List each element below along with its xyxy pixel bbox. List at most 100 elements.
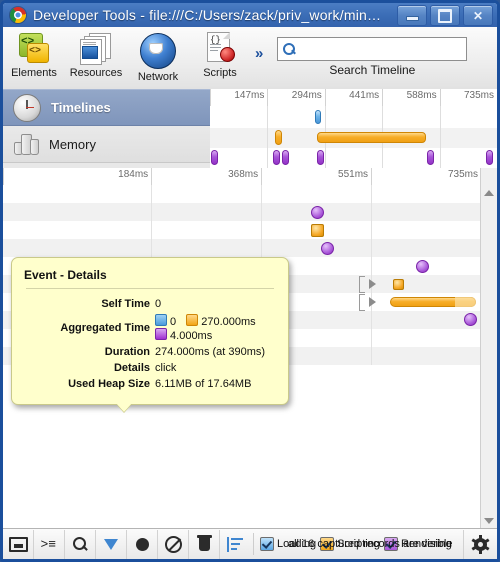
overview-event-rendering: [317, 150, 325, 165]
jars-icon: [13, 131, 39, 157]
sidebar-item-timelines[interactable]: Timelines: [3, 89, 210, 126]
close-button[interactable]: ✕: [463, 5, 493, 26]
filter-button[interactable]: [96, 529, 127, 559]
console-icon: >≡: [40, 536, 57, 552]
panel-button-resources[interactable]: Resources: [65, 27, 127, 79]
maximize-button[interactable]: [430, 5, 460, 26]
record-group-bracket: [359, 294, 366, 311]
sidebar-label-memory: Memory: [49, 136, 96, 152]
filter-checkboxes: Loading Scripting Rendering all 16 captu…: [260, 537, 452, 551]
popup-value-aggregated: 0 270.000ms 4.000ms: [155, 312, 276, 344]
panel-label-network: Network: [137, 71, 179, 83]
overview-tick: 441ms: [349, 90, 380, 101]
record-mark-rendering: [416, 260, 430, 273]
records-tick: 184ms: [118, 169, 149, 180]
dock-button[interactable]: [3, 529, 34, 559]
popup-divider: [26, 288, 274, 289]
scripts-icon: {}: [203, 31, 237, 65]
settings-button[interactable]: [463, 529, 497, 559]
table-row[interactable]: [3, 185, 481, 203]
records-tick: 368ms: [228, 169, 259, 180]
console-button[interactable]: >≡: [34, 529, 65, 559]
overview-tick: 588ms: [406, 90, 437, 101]
network-icon: [140, 33, 176, 69]
scripting-swatch-icon: [186, 314, 199, 326]
records-tick: 551ms: [338, 169, 369, 180]
loading-swatch-icon: [155, 314, 168, 326]
popup-row-aggregated-time: Aggregated Time 0 270.000ms 4.000ms: [24, 312, 276, 344]
popup-value: 274.000ms (at 390ms): [155, 346, 266, 358]
sidebar-item-memory[interactable]: Memory: [3, 126, 210, 163]
records-scrollbar[interactable]: [480, 168, 497, 529]
aggregated-scripting: 270.000ms: [186, 314, 256, 328]
glue-records-button[interactable]: [220, 530, 251, 559]
panel-label-scripts: Scripts: [203, 67, 237, 79]
close-icon: ✕: [472, 8, 484, 23]
window-controls: ✕: [397, 5, 493, 26]
records-tick: 735ms: [447, 169, 478, 180]
panel-label-elements: Elements: [11, 67, 57, 79]
records-ruler: 184ms 368ms 551ms 735ms: [3, 168, 481, 186]
popup-key: Duration: [104, 346, 151, 358]
panel-button-network[interactable]: Network: [127, 27, 189, 83]
popup-value: 6.11MB of 17.64MB: [155, 378, 252, 390]
filter-icon: [104, 538, 118, 550]
overview-event-rendering: [281, 150, 289, 165]
chrome-logo-icon: [10, 7, 26, 23]
expand-triangle-icon[interactable]: [368, 297, 376, 307]
record-mark-rendering: [464, 313, 477, 326]
scroll-up-arrow-icon[interactable]: [481, 185, 497, 201]
toolbar-overflow-button[interactable]: »: [255, 45, 263, 62]
panel-label-resources: Resources: [69, 67, 123, 79]
popup-value: 0: [155, 298, 162, 310]
search-icon: [282, 42, 296, 56]
trash-icon: [196, 534, 212, 551]
title-bar: Developer Tools - file:///C:/Users/zack/…: [3, 3, 497, 28]
record-mark-rendering: [320, 242, 334, 255]
scroll-down-arrow-icon[interactable]: [481, 513, 497, 529]
panel-button-scripts[interactable]: {} Scripts: [189, 27, 251, 79]
popup-row-details: Details click: [24, 360, 276, 376]
search-box[interactable]: [277, 37, 468, 61]
event-details-popup: Event - Details Self Time 0 Aggregated T…: [11, 257, 289, 412]
overview-tick: 735ms: [463, 90, 494, 101]
record-mark-scripting: [392, 279, 404, 290]
search-input[interactable]: [296, 38, 467, 60]
dock-icon: [8, 536, 28, 552]
popup-key: Details: [113, 362, 151, 374]
window-title: Developer Tools - file:///C:/Users/zack/…: [33, 7, 382, 23]
popup-row-heap: Used Heap Size 6.11MB of 17.64MB: [24, 376, 276, 392]
clear-button[interactable]: [158, 529, 189, 559]
popup-fields: Self Time 0 Aggregated Time 0 270.000ms …: [24, 296, 276, 392]
popup-key: Used Heap Size: [68, 378, 151, 390]
timeline-overview[interactable]: 147ms 294ms 441ms 588ms 735ms: [210, 89, 497, 169]
table-row[interactable]: [3, 239, 481, 257]
overview-ruler: 147ms 294ms 441ms 588ms 735ms: [210, 89, 497, 107]
expand-triangle-icon[interactable]: [368, 279, 376, 289]
table-row[interactable]: [3, 221, 481, 239]
resources-icon: [79, 31, 113, 65]
record-button[interactable]: [127, 529, 158, 559]
search-button[interactable]: [65, 529, 96, 559]
clock-icon: [13, 93, 41, 122]
popup-key: Self Time: [101, 298, 151, 310]
popup-value: click: [155, 362, 177, 374]
minimize-button[interactable]: [397, 5, 427, 26]
table-row[interactable]: [3, 203, 481, 221]
record-group-bracket: [359, 276, 366, 293]
record-mark-scripting: [311, 224, 325, 237]
no-entry-icon: [164, 535, 182, 553]
panel-button-elements[interactable]: <> <> Elements: [3, 27, 65, 79]
minimize-icon: [405, 16, 419, 21]
search-caption: Search Timeline: [329, 63, 416, 77]
garbage-collect-button[interactable]: [189, 529, 220, 559]
popup-title: Event - Details: [24, 268, 107, 282]
sidebar-label-timelines: Timelines: [51, 100, 111, 115]
overview-band-loading: [210, 106, 497, 128]
maximize-icon: [438, 8, 452, 23]
status-bar: >≡ Loading Scripting Rendering all 16 ca…: [3, 528, 497, 559]
overview-event-rendering: [273, 150, 281, 165]
search-icon: [72, 536, 89, 553]
aggregated-rendering: 4.000ms: [155, 328, 212, 342]
loading-checkbox-icon[interactable]: [260, 537, 274, 551]
